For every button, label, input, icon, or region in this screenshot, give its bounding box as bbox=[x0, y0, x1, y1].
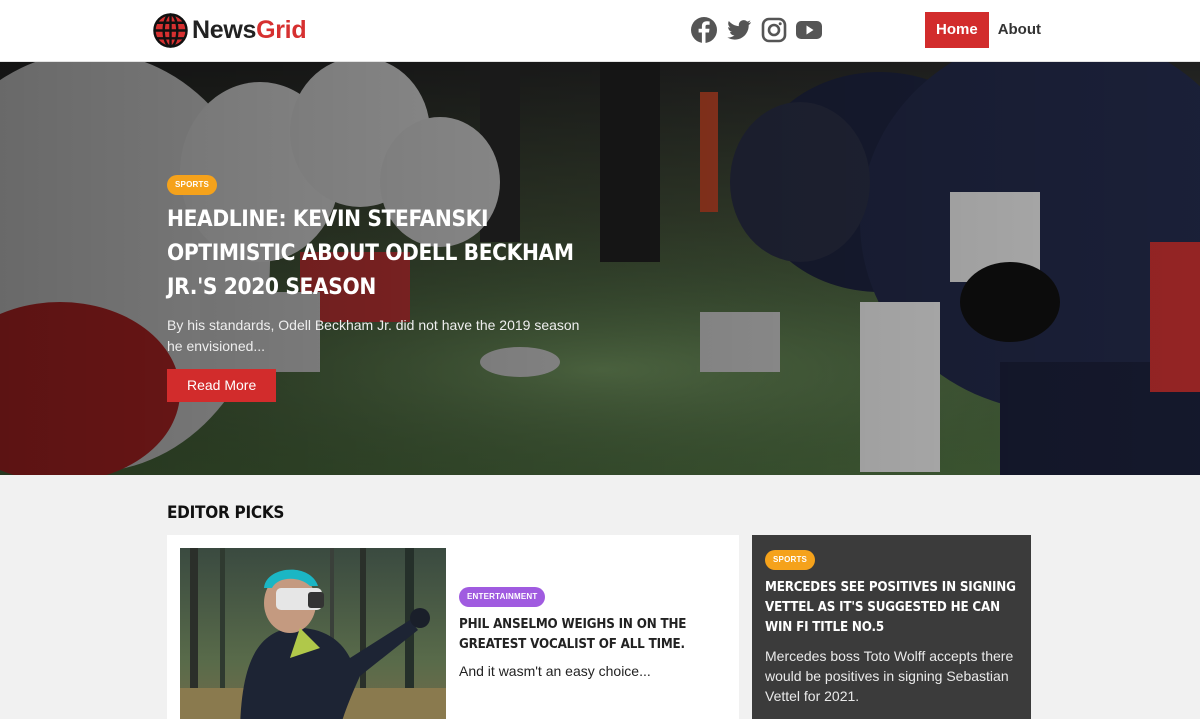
nav-home[interactable]: Home bbox=[925, 12, 989, 48]
entertainment-category-badge[interactable]: ENTERTAINMENT bbox=[459, 587, 546, 607]
nav-about[interactable]: About bbox=[989, 12, 1041, 48]
twitter-link[interactable] bbox=[725, 16, 753, 44]
hero-headline[interactable]: Headline: Kevin Stefanski optimistic abo… bbox=[167, 203, 599, 305]
editor-picks-heading: Editor Picks bbox=[167, 503, 285, 523]
brand-name: NewsGrid bbox=[192, 15, 307, 45]
hero-category-badge[interactable]: SPORTS bbox=[167, 175, 218, 195]
side-article-excerpt: Mercedes boss Toto Wolff accepts there w… bbox=[765, 648, 1014, 704]
brand-name-part2: Grid bbox=[256, 15, 307, 44]
editor-pick-main-card[interactable]: ENTERTAINMENT Phil Anselmo weighs in on … bbox=[167, 535, 739, 719]
facebook-icon bbox=[691, 17, 717, 43]
navbar: NewsGrid Home About bbox=[0, 0, 1200, 62]
hero-excerpt: By his standards, Odell Beckham Jr. did … bbox=[167, 317, 580, 354]
vr-person-image bbox=[180, 548, 446, 719]
logo-link[interactable]: NewsGrid bbox=[153, 12, 307, 48]
instagram-link[interactable] bbox=[760, 16, 788, 44]
article-body: ENTERTAINMENT Phil Anselmo weighs in on … bbox=[459, 586, 729, 679]
main-nav: Home About bbox=[925, 12, 1041, 48]
article-title[interactable]: Phil Anselmo weighs in on the greatest v… bbox=[459, 615, 726, 655]
hero-banner: SPORTS Headline: Kevin Stefanski optimis… bbox=[0, 62, 1200, 475]
instagram-icon bbox=[761, 17, 787, 43]
side-article-title[interactable]: Mercedes see positives in signing Vettel… bbox=[765, 578, 1019, 638]
editor-pick-side-card[interactable]: SPORTS Mercedes see positives in signing… bbox=[752, 535, 1031, 719]
sports-category-badge[interactable]: SPORTS bbox=[765, 550, 816, 570]
social-links bbox=[690, 16, 830, 44]
globe-icon bbox=[153, 12, 188, 48]
youtube-icon bbox=[796, 21, 822, 39]
article-excerpt: And it wasm't an easy choice... bbox=[459, 663, 651, 679]
side-article-body: SPORTS Mercedes see positives in signing… bbox=[765, 549, 1020, 706]
brand-name-part1: News bbox=[192, 15, 257, 44]
youtube-link[interactable] bbox=[795, 16, 823, 44]
hero-content: SPORTS Headline: Kevin Stefanski optimis… bbox=[167, 174, 617, 402]
facebook-link[interactable] bbox=[690, 16, 718, 44]
article-thumbnail[interactable] bbox=[180, 548, 446, 719]
twitter-icon bbox=[727, 20, 752, 40]
read-more-button[interactable]: Read More bbox=[167, 369, 277, 402]
